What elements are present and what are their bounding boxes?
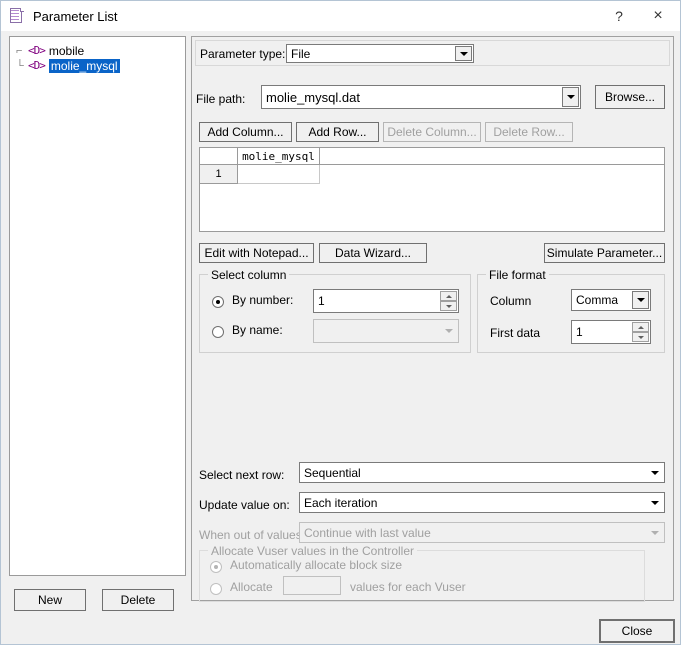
close-icon[interactable]: × (636, 1, 680, 31)
select-next-row-label: Select next row: (199, 468, 285, 482)
data-wizard-button[interactable]: Data Wizard... (319, 243, 427, 263)
title-bar: Parameter List ? × (1, 1, 680, 31)
table-row[interactable]: 1 (200, 165, 664, 184)
allocate-values-input (283, 576, 341, 595)
when-out-of-values-select: Continue with last value (299, 522, 665, 543)
chevron-down-icon[interactable] (455, 46, 472, 61)
by-number-value: 1 (318, 294, 325, 308)
allocate-vuser-group: Allocate Vuser values in the Controller … (199, 544, 645, 602)
first-data-stepper[interactable] (632, 322, 649, 342)
first-data-label: First data (490, 326, 541, 340)
add-column-button[interactable]: Add Column... (199, 122, 292, 142)
parameter-tree[interactable]: ⌐ <D> mobile └ <D> molie_mysql (9, 36, 186, 576)
delete-row-button: Delete Row... (485, 122, 573, 142)
chevron-down-icon[interactable] (646, 464, 663, 481)
simulate-parameter-button[interactable]: Simulate Parameter... (544, 243, 665, 263)
stepper-down-icon[interactable] (632, 332, 649, 342)
parameter-details-panel: Parameter type: File File path: molie_my… (191, 36, 674, 602)
parameter-type-value: File (291, 46, 311, 61)
select-column-group: Select column By number: 1 By name: (199, 268, 471, 353)
chevron-down-icon[interactable] (562, 87, 579, 107)
first-data-value: 1 (576, 325, 583, 339)
update-value-on-value: Each iteration (304, 495, 378, 510)
tree-item-label: mobile (48, 43, 85, 58)
by-number-input[interactable]: 1 (313, 289, 459, 313)
chevron-down-icon[interactable] (632, 291, 649, 309)
allocate-suffix-label: values for each Vuser (350, 580, 466, 594)
by-name-select (313, 319, 459, 343)
chevron-down-icon (646, 524, 663, 541)
help-icon[interactable]: ? (602, 1, 636, 31)
edit-with-notepad-button[interactable]: Edit with Notepad... (199, 243, 314, 263)
parameter-node-icon: <D> (28, 44, 46, 57)
tree-branch-line: └ (16, 59, 24, 72)
by-number-radio[interactable] (212, 296, 224, 308)
new-button[interactable]: New (14, 589, 86, 611)
update-value-on-label: Update value on: (199, 498, 290, 512)
parameter-type-pane: Parameter type: File (195, 40, 670, 66)
select-column-legend: Select column (208, 268, 290, 282)
grid-corner-cell (200, 148, 238, 164)
parameter-node-icon: <D> (28, 59, 46, 72)
select-next-row-value: Sequential (304, 465, 361, 480)
parameter-data-grid[interactable]: molie_mysql 1 (199, 147, 665, 232)
tree-item-mobile[interactable]: ⌐ <D> mobile (10, 43, 185, 58)
file-path-value: molie_mysql.dat (266, 89, 360, 105)
delete-column-button: Delete Column... (383, 122, 481, 142)
grid-header-row: molie_mysql (200, 148, 664, 165)
parameter-type-label: Parameter type: (200, 47, 286, 61)
grid-cell[interactable] (238, 165, 320, 184)
tree-item-molie-mysql[interactable]: └ <D> molie_mysql (10, 58, 185, 73)
chevron-down-icon (440, 321, 457, 341)
first-data-input[interactable]: 1 (571, 320, 651, 344)
manual-allocate-radio (210, 583, 222, 595)
manual-allocate-label: Allocate (230, 580, 273, 594)
tree-item-label: molie_mysql (48, 58, 120, 73)
title-bar-buttons: ? × (602, 1, 680, 31)
column-format-select[interactable]: Comma (571, 289, 651, 311)
grid-row-number[interactable]: 1 (200, 165, 238, 184)
when-out-of-values-label: When out of values: (199, 528, 306, 542)
delete-button[interactable]: Delete (102, 589, 174, 611)
file-path-label: File path: (196, 92, 246, 106)
stepper-up-icon[interactable] (632, 322, 649, 332)
when-out-of-values-value: Continue with last value (304, 525, 431, 540)
select-next-row-select[interactable]: Sequential (299, 462, 665, 483)
close-button[interactable]: Close (600, 620, 674, 642)
by-number-label: By number: (232, 293, 294, 307)
allocate-vuser-legend: Allocate Vuser values in the Controller (208, 544, 417, 558)
stepper-up-icon[interactable] (440, 291, 457, 301)
column-format-label: Column (490, 294, 532, 308)
file-format-legend: File format (486, 268, 549, 282)
by-name-radio[interactable] (212, 326, 224, 338)
add-row-button[interactable]: Add Row... (296, 122, 379, 142)
parameter-type-select[interactable]: File (286, 44, 474, 63)
auto-allocate-label: Automatically allocate block size (230, 558, 403, 572)
by-name-label: By name: (232, 323, 283, 337)
chevron-down-icon[interactable] (646, 494, 663, 511)
stepper-down-icon[interactable] (440, 301, 457, 311)
file-format-group: File format Column Comma First data 1 (477, 268, 665, 353)
browse-button[interactable]: Browse... (595, 85, 665, 109)
window-title: Parameter List (33, 8, 118, 24)
grid-column-header[interactable]: molie_mysql (238, 148, 320, 164)
column-format-value: Comma (576, 293, 619, 307)
parameter-list-icon (9, 8, 25, 24)
file-path-input[interactable]: molie_mysql.dat (261, 85, 581, 109)
auto-allocate-radio (210, 561, 222, 573)
parameter-list-window: Parameter List ? × ⌐ <D> mobile └ <D> mo… (0, 0, 681, 645)
tree-branch-line: ⌐ (16, 44, 22, 57)
update-value-on-select[interactable]: Each iteration (299, 492, 665, 513)
by-number-stepper[interactable] (440, 291, 457, 311)
